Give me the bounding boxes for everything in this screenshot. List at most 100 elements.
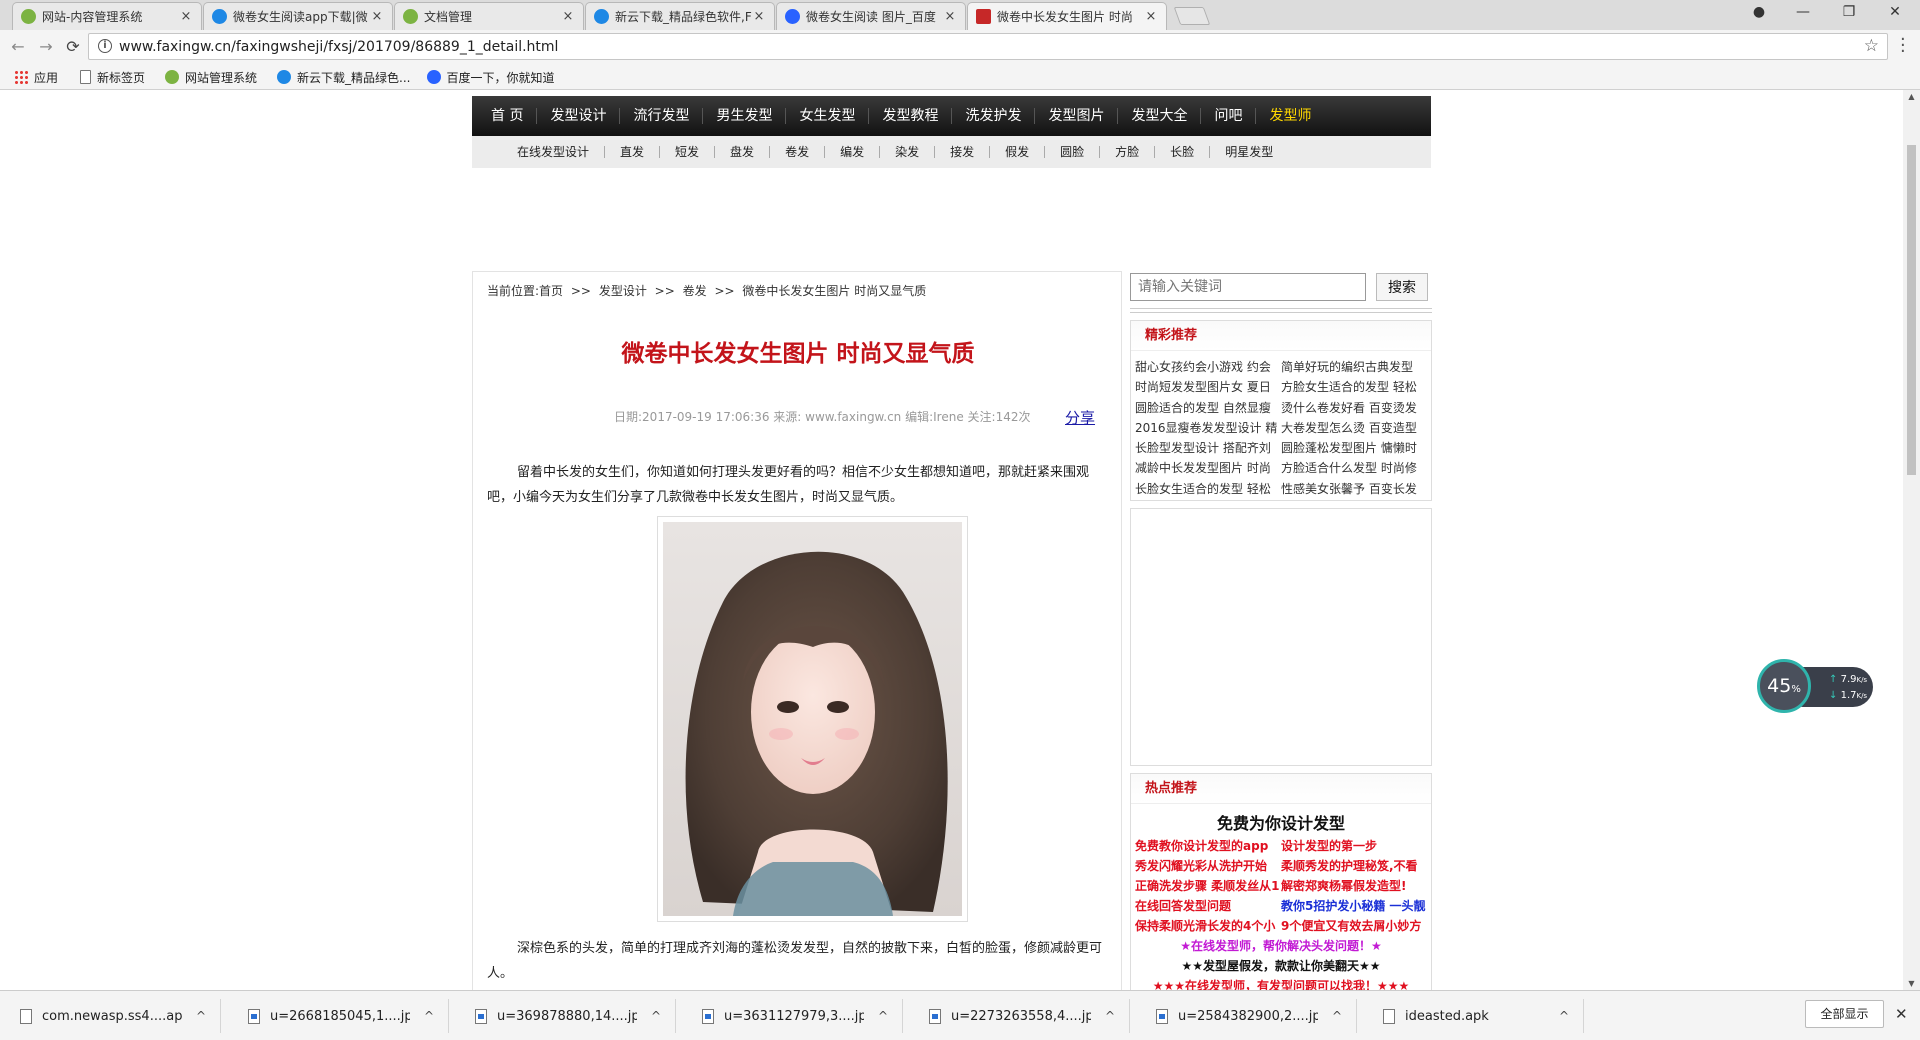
- close-window-button[interactable]: ✕: [1884, 4, 1906, 20]
- subnav-item[interactable]: 卷发: [770, 146, 826, 158]
- subnav-item[interactable]: 圆脸: [1045, 146, 1101, 158]
- subnav-item[interactable]: 在线发型设计: [502, 146, 606, 158]
- bookmark-newtab[interactable]: 新标签页: [80, 69, 145, 86]
- scroll-down-icon[interactable]: ▼: [1903, 979, 1920, 988]
- site-info-icon[interactable]: i: [98, 39, 112, 53]
- hot-link[interactable]: 解密郑爽杨幂假发造型!: [1281, 876, 1427, 896]
- download-item[interactable]: u=2668185045,1....jpg ^: [228, 999, 450, 1033]
- nav-encyclopedia[interactable]: 发型大全: [1118, 108, 1202, 124]
- tab[interactable]: 网站-内容管理系统 ×: [12, 2, 202, 30]
- hot-link[interactable]: 在线回答发型问题: [1135, 896, 1281, 916]
- nav-trending[interactable]: 流行发型: [620, 108, 704, 124]
- hot-link[interactable]: 9个便宜又有效去屑小妙方: [1281, 916, 1427, 936]
- subnav-item[interactable]: 接发: [935, 146, 991, 158]
- reload-button[interactable]: ⟳: [63, 37, 83, 56]
- subnav-item[interactable]: 方脸: [1100, 146, 1156, 158]
- recommend-link[interactable]: 烫什么卷发好看 百变烫发: [1281, 398, 1427, 418]
- tab-close-icon[interactable]: ×: [370, 9, 384, 24]
- chevron-up-icon[interactable]: ^: [424, 1009, 434, 1023]
- hot-link[interactable]: 柔顺秀发的护理秘笈,不看: [1281, 856, 1427, 876]
- download-item[interactable]: u=369878880,14....jpg ^: [455, 999, 677, 1033]
- recommend-link[interactable]: 甜心女孩约会小游戏 约会: [1135, 357, 1281, 377]
- recommend-link[interactable]: 圆脸适合的发型 自然显瘦: [1135, 398, 1281, 418]
- nav-home[interactable]: 首 页: [478, 108, 538, 124]
- nav-women[interactable]: 女生发型: [786, 108, 870, 124]
- tab[interactable]: 微卷女生阅读 图片_百度 ×: [776, 2, 966, 30]
- subnav-item[interactable]: 长脸: [1155, 146, 1211, 158]
- nav-stylist[interactable]: 发型师: [1256, 108, 1324, 124]
- hot-link[interactable]: 免费教你设计发型的app: [1135, 836, 1281, 856]
- bookmark-baidu[interactable]: 百度一下，你就知道: [426, 69, 555, 86]
- subnav-item[interactable]: 明星发型: [1210, 146, 1288, 158]
- bookmark-site-admin[interactable]: 网站管理系统: [165, 69, 257, 86]
- recommend-link[interactable]: 减龄中长发发型图片 时尚: [1135, 458, 1281, 478]
- chevron-up-icon[interactable]: ^: [878, 1009, 888, 1023]
- bookmark-xinyun[interactable]: 新云下载_精品绿色...: [277, 69, 411, 86]
- recommend-link[interactable]: 长脸型发型设计 搭配齐刘: [1135, 438, 1281, 458]
- tab[interactable]: 微卷女生阅读app下载|微 ×: [203, 2, 393, 30]
- download-item[interactable]: u=2584382900,2....jpg ^: [1136, 999, 1358, 1033]
- bookmark-apps[interactable]: 应用: [14, 69, 58, 86]
- recommend-link[interactable]: 圆脸蓬松发型图片 慵懒时: [1281, 438, 1427, 458]
- bookmark-star-icon[interactable]: ☆: [1864, 36, 1879, 56]
- tab-close-icon[interactable]: ×: [943, 9, 957, 24]
- back-button[interactable]: ←: [8, 37, 28, 56]
- share-link[interactable]: 分享: [1065, 407, 1095, 428]
- chevron-up-icon[interactable]: ^: [1332, 1009, 1342, 1023]
- hot-link[interactable]: 秀发闪耀光彩从洗护开始: [1135, 856, 1281, 876]
- recommend-link[interactable]: 2016显瘦卷发发型设计 精: [1135, 418, 1281, 438]
- nav-hair-design[interactable]: 发型设计: [537, 108, 621, 124]
- breadcrumb-category[interactable]: 发型设计: [599, 284, 647, 298]
- recommend-link[interactable]: 方脸适合什么发型 时尚修: [1281, 458, 1427, 478]
- profile-icon[interactable]: ●: [1748, 4, 1770, 20]
- subnav-item[interactable]: 短发: [660, 146, 716, 158]
- breadcrumb-home[interactable]: 当前位置:首页: [487, 284, 563, 298]
- page-scrollbar[interactable]: ▲ ▼: [1903, 90, 1920, 990]
- chevron-up-icon[interactable]: ^: [651, 1009, 661, 1023]
- nav-tutorial[interactable]: 发型教程: [869, 108, 953, 124]
- nav-pictures[interactable]: 发型图片: [1035, 108, 1119, 124]
- tab[interactable]: 文档管理 ×: [394, 2, 584, 30]
- hot-banner-link[interactable]: ★在线发型师，帮你解决头发问题！★: [1131, 936, 1431, 956]
- subnav-item[interactable]: 染发: [880, 146, 936, 158]
- tab-close-icon[interactable]: ×: [179, 9, 193, 24]
- search-button[interactable]: 搜索: [1376, 273, 1428, 301]
- subnav-item[interactable]: 盘发: [715, 146, 771, 158]
- hot-link[interactable]: 设计发型的第一步: [1281, 836, 1427, 856]
- tab[interactable]: 新云下载_精品绿色软件,F ×: [585, 2, 775, 30]
- tab-close-icon[interactable]: ×: [561, 9, 575, 24]
- nav-men[interactable]: 男生发型: [703, 108, 787, 124]
- subnav-item[interactable]: 假发: [990, 146, 1046, 158]
- address-bar[interactable]: i www.faxingw.cn/faxingwsheji/fxsj/20170…: [88, 33, 1888, 60]
- chevron-up-icon[interactable]: ^: [196, 1009, 206, 1023]
- minimize-button[interactable]: —: [1792, 4, 1814, 20]
- network-speed-widget[interactable]: 45% ↑ 7.9K/s ↓ 1.7K/s: [1757, 659, 1875, 713]
- download-item[interactable]: u=2273263558,4....jpg ^: [909, 999, 1131, 1033]
- recommend-link[interactable]: 时尚短发发型图片女 夏日: [1135, 377, 1281, 397]
- download-item[interactable]: u=3631127979,3....jpg ^: [682, 999, 904, 1033]
- recommend-link[interactable]: 长脸女生适合的发型 轻松: [1135, 479, 1281, 499]
- tab-close-icon[interactable]: ×: [752, 9, 766, 24]
- recommend-link[interactable]: 简单好玩的编织古典发型: [1281, 357, 1427, 377]
- maximize-button[interactable]: ❐: [1838, 4, 1860, 20]
- hot-link[interactable]: 正确洗发步骤 柔顺发丝从1: [1135, 876, 1281, 896]
- browser-menu-icon[interactable]: · · ·: [1900, 31, 1914, 61]
- scroll-up-icon[interactable]: ▲: [1903, 92, 1920, 101]
- download-item[interactable]: com.newasp.ss4....apk ^: [0, 999, 222, 1033]
- recommend-link[interactable]: 大卷发型怎么烫 百变造型: [1281, 418, 1427, 438]
- subnav-item[interactable]: 直发: [605, 146, 661, 158]
- tab-close-icon[interactable]: ×: [1144, 9, 1158, 24]
- breadcrumb-subcategory[interactable]: 卷发: [683, 284, 707, 298]
- tab-active[interactable]: 微卷中长发女生图片 时尚 ×: [967, 2, 1167, 30]
- new-tab-button[interactable]: [1173, 7, 1211, 25]
- recommend-link[interactable]: 方脸女生适合的发型 轻松: [1281, 377, 1427, 397]
- scrollbar-thumb[interactable]: [1907, 145, 1916, 475]
- close-downloads-icon[interactable]: ✕: [1895, 1005, 1908, 1023]
- hot-link[interactable]: 教你5招护发小秘籍 一头靓: [1281, 896, 1427, 916]
- show-all-downloads-button[interactable]: 全部显示: [1805, 1000, 1884, 1028]
- forward-button[interactable]: →: [36, 37, 56, 56]
- chevron-up-icon[interactable]: ^: [1105, 1009, 1115, 1023]
- recommend-link[interactable]: 性感美女张馨予 百变长发: [1281, 479, 1427, 499]
- subnav-item[interactable]: 编发: [825, 146, 881, 158]
- nav-hair-care[interactable]: 洗发护发: [952, 108, 1036, 124]
